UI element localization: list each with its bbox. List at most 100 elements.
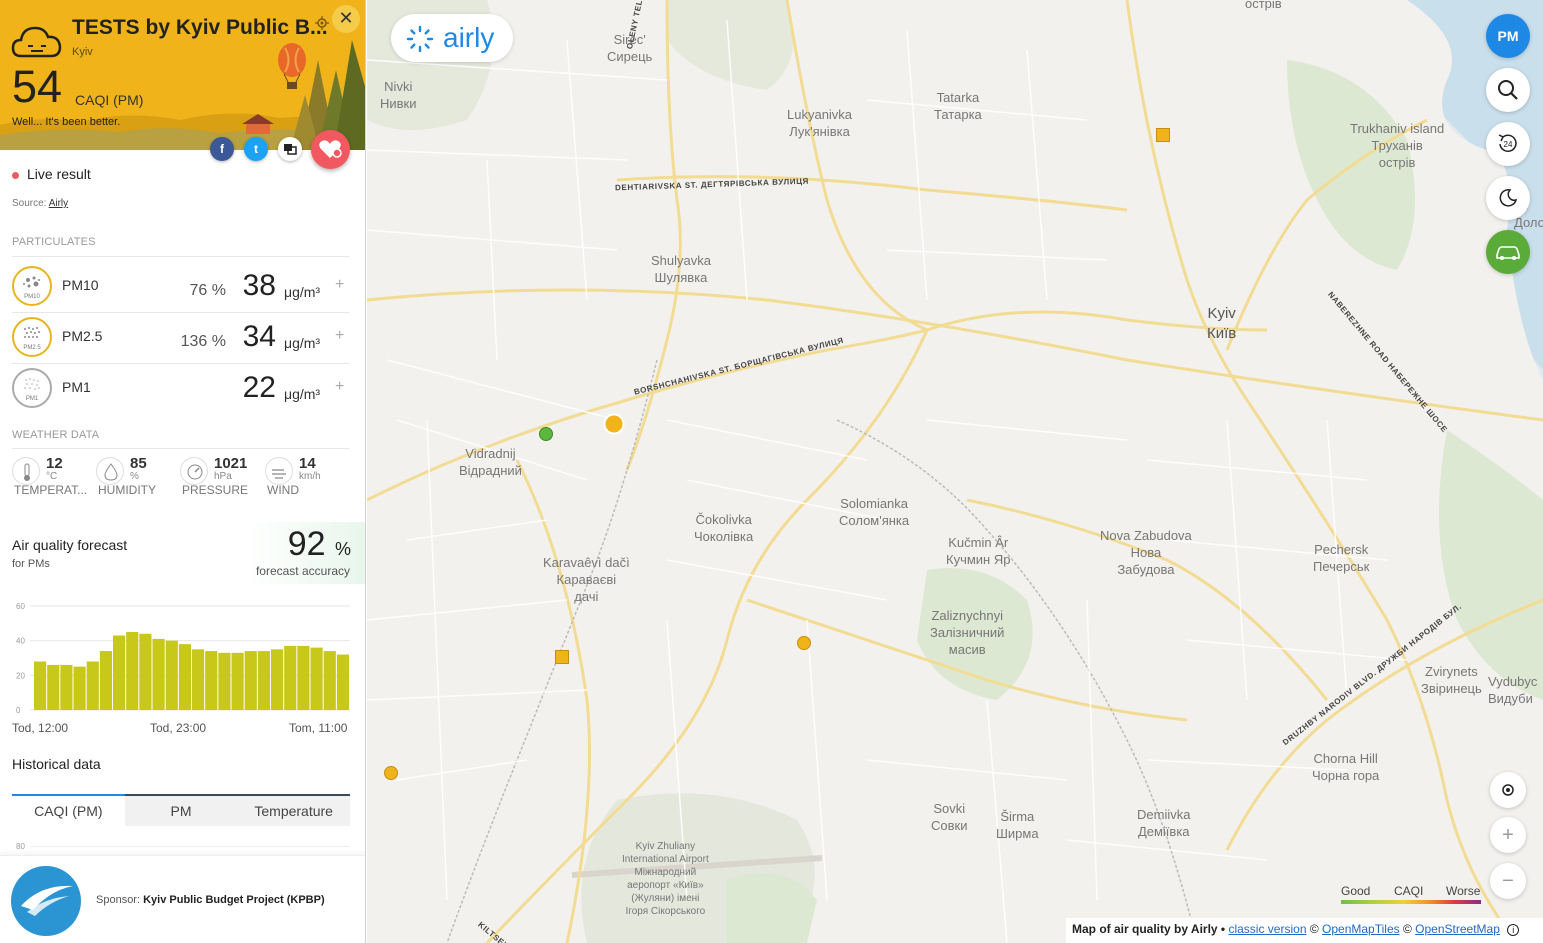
source-link[interactable]: Airly [49,198,68,209]
map-label: Кучмин Яр [946,551,1011,567]
air-quality-map[interactable]: острів Sirec'Сирець NivkiНивки OLENY TEL… [367,0,1543,943]
sensor-marker[interactable] [796,635,812,651]
chart-bar[interactable] [113,635,126,710]
map-label-zaliznychnyi: Zaliznychnyi Залізничний масив [930,608,1004,659]
map-label-nivki: Nivki Нивки [380,79,417,113]
moon-icon [1499,189,1518,207]
tab-caqi[interactable]: CAQI (PM) [12,794,125,826]
pm25-row[interactable]: PM2.5 PM2.5 136 % 34 μg/m³ + [0,313,365,361]
chart-bar[interactable] [231,652,244,710]
chart-bar[interactable] [336,654,349,710]
map-label-kyiv: Kyiv Київ [1207,304,1236,343]
traffic-layer-button[interactable] [1486,230,1530,274]
night-mode-button[interactable] [1486,176,1530,220]
airly-logo[interactable]: airly [391,14,513,62]
map-label-vidradnyj: Vidradnij Відрадний [459,446,522,480]
forecast-title: Air quality forecast [12,537,128,553]
favourite-heart-button[interactable] [311,130,350,169]
chart-bar[interactable] [139,633,152,710]
map-label-lukyanivka: Lukyanivka Лук'янівка [787,107,852,141]
pm25-expand-icon[interactable]: + [335,327,344,345]
chart-bar[interactable] [73,666,86,710]
chart-bar[interactable] [192,649,205,710]
humidity-label: HUMIDITY [98,483,156,497]
openstreetmap-link[interactable]: OpenStreetMap [1415,922,1500,936]
chart-bar[interactable] [126,632,139,710]
chart-bar[interactable] [323,651,336,710]
map-label: острів [1378,154,1416,170]
chart-bar[interactable] [244,651,257,710]
map-label-chokolivka: Čokolivka Чоколівка [694,512,753,546]
history-24h-button[interactable]: 24 [1486,122,1530,166]
chart-bar[interactable] [60,664,73,710]
close-button[interactable]: ✕ [332,5,360,33]
map-label-nova-zabudova: Nova Zabudova Нова Забудова [1100,528,1192,579]
accuracy-unit: % [334,539,351,559]
sensor-marker-selected[interactable] [603,413,625,435]
pm25-icon-tag: PM2.5 [23,345,41,351]
chart-bar[interactable] [34,661,47,710]
pm1-name: PM1 [62,379,91,395]
wind-icon [265,457,293,485]
airly-logo-text: airly [443,22,495,53]
chart-bar[interactable] [284,645,297,710]
sensor-marker-square[interactable] [1156,128,1170,142]
pm10-row[interactable]: PM10 PM10 76 % 38 μg/m³ + [0,262,365,310]
facebook-share-icon[interactable]: f [210,137,234,161]
chart-bar[interactable] [218,652,231,710]
map-attribution: Map of air quality by Airly • classic ve… [1066,918,1543,943]
pm1-expand-icon[interactable]: + [335,378,344,396]
zoom-in-button[interactable]: + [1490,817,1526,853]
chart-bar[interactable] [86,661,99,710]
sensor-marker-good[interactable] [538,426,554,442]
historical-data-title: Historical data [12,756,101,772]
live-result-text: Live result [27,166,91,182]
chart-bar[interactable] [99,651,112,710]
station-title: TESTS by Kyiv Public B... [72,16,328,39]
history-24h-icon: 24 [1498,134,1517,153]
historical-gridline [30,846,350,847]
openmaptiles-link[interactable]: OpenMapTiles [1322,922,1400,936]
map-label-sovky: Sovki Совки [931,801,967,835]
chart-bar[interactable] [297,645,310,710]
locate-me-button[interactable] [1490,772,1526,808]
sensor-marker-square[interactable] [555,650,569,664]
forecast-chart[interactable]: 0 20 40 60 [0,598,366,718]
locate-station-icon[interactable] [315,16,329,30]
pressure-icon [180,457,208,485]
sponsor-logo[interactable] [11,866,81,936]
map-label: Деміївка [1137,823,1190,839]
chart-bar[interactable] [165,640,178,710]
chart-bar[interactable] [271,649,284,710]
map-label: Pechersk [1314,542,1369,557]
chart-bar[interactable] [152,638,165,710]
pm10-expand-icon[interactable]: + [335,276,344,294]
classic-version-link[interactable]: classic version [1228,922,1306,936]
zoom-out-button[interactable]: − [1490,863,1526,899]
legend-worse: Worse [1446,884,1481,898]
twitter-share-icon[interactable]: t [244,137,268,161]
chart-bar[interactable] [178,644,191,710]
map-label: масив [948,641,986,657]
search-button[interactable] [1486,68,1530,112]
pm10-icon-tag: PM10 [24,294,40,300]
chart-bar[interactable] [310,647,323,710]
map-label: Ширма [996,825,1039,841]
map-label: Чоколівка [694,528,754,544]
map-label-solomianka: Solomianka Солом'янка [839,496,909,530]
tab-pm[interactable]: PM [124,796,238,826]
sensor-marker[interactable] [383,765,399,781]
pm-layer-button[interactable]: PM [1486,14,1530,58]
chart-bar[interactable] [47,664,60,710]
embed-widget-icon[interactable] [278,137,302,161]
live-dot-icon [12,171,19,179]
info-icon[interactable]: i [1507,924,1520,936]
attribution-prefix: Map of air quality by Airly • [1072,922,1226,936]
map-label: Міжнародний [634,867,697,878]
chart-bar[interactable] [257,651,270,710]
pm1-row[interactable]: PM1 PM1 22 μg/m³ + [0,364,365,412]
map-label: аеропорт «Київ» [627,880,704,891]
app-root: TESTS by Kyiv Public B... Kyiv ✕ 54 CAQI… [0,0,1543,943]
tab-temperature[interactable]: Temperature [237,796,351,826]
chart-bar[interactable] [205,651,218,710]
